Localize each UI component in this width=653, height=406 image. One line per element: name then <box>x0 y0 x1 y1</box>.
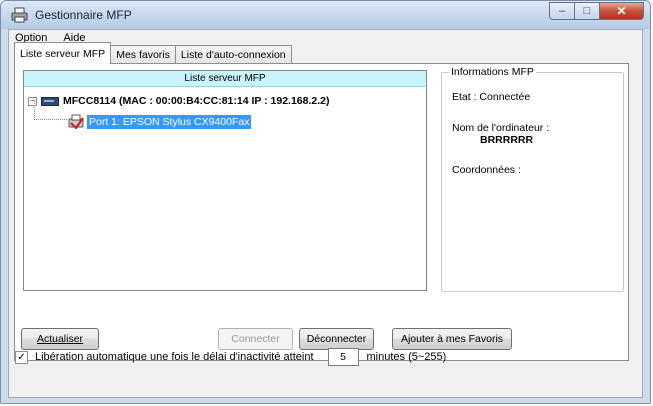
computer-name-label: Nom de l'ordinateur : <box>452 122 550 134</box>
server-list[interactable]: Liste serveur MFP − MFCC8114 (MAC : 00:0… <box>23 70 427 291</box>
tab-panel: Liste serveur MFP − MFCC8114 (MAC : 00:0… <box>14 63 629 361</box>
minimize-button[interactable]: – <box>549 2 575 20</box>
minimize-icon: – <box>558 5 566 17</box>
tab-server-list[interactable]: Liste serveur MFP <box>14 42 112 64</box>
connect-button-label: Connecter <box>231 333 280 345</box>
close-button[interactable]: ✕ <box>600 2 644 20</box>
checkmark-icon: ✓ <box>17 351 26 363</box>
tab-favorites[interactable]: Mes favoris <box>110 45 176 64</box>
inactivity-minutes-input[interactable] <box>327 348 359 366</box>
status-text: Etat : Connectée <box>452 91 531 103</box>
server-icon <box>41 96 59 106</box>
printer-icon <box>68 114 84 129</box>
maximize-button[interactable]: □ <box>575 2 600 20</box>
refresh-button-label: Actualiser <box>36 333 84 345</box>
tab-strip: Liste serveur MFP Mes favoris Liste d'au… <box>14 42 292 64</box>
window-title: Gestionnaire MFP <box>35 8 132 22</box>
printer-icon <box>11 7 28 23</box>
port-tree-row[interactable]: Port 1: EPSON Stylus CX9400Fax <box>68 114 252 129</box>
mfp-info-group: Informations MFP Etat : Connectée Nom de… <box>441 66 624 292</box>
tab-auto-connect[interactable]: Liste d'auto-connexion <box>174 45 292 64</box>
auto-release-label: Libération automatique une fois le délai… <box>35 351 314 363</box>
coordinates-label: Coordonnées : <box>452 164 521 176</box>
server-tree-row[interactable]: − MFCC8114 (MAC : 00:00:B4:CC:81:14 IP :… <box>28 95 330 107</box>
port-label[interactable]: Port 1: EPSON Stylus CX9400Fax <box>87 114 252 129</box>
title-bar[interactable]: Gestionnaire MFP – □ ✕ <box>1 1 650 29</box>
auto-release-row: ✓ Libération automatique une fois le dél… <box>15 347 635 367</box>
auto-release-checkbox[interactable]: ✓ <box>15 350 28 364</box>
server-label: MFCC8114 (MAC : 00:00:B4:CC:81:14 IP : 1… <box>63 95 330 107</box>
add-favorites-button-label: Ajouter à mes Favoris <box>400 333 504 345</box>
disconnect-button-label: Déconnecter <box>306 333 367 345</box>
mfp-manager-window: Gestionnaire MFP – □ ✕ Option Aide Liste… <box>0 0 651 404</box>
minutes-range-label: minutes (5~255) <box>366 351 447 363</box>
computer-name-value: BRRRRRR <box>480 134 534 146</box>
collapse-icon[interactable]: − <box>28 96 37 106</box>
info-group-title: Informations MFP <box>449 66 536 78</box>
window-controls: – □ ✕ <box>549 2 644 21</box>
server-list-header: Liste serveur MFP <box>24 71 426 87</box>
maximize-icon: □ <box>583 5 591 17</box>
close-icon: ✕ <box>616 4 627 18</box>
